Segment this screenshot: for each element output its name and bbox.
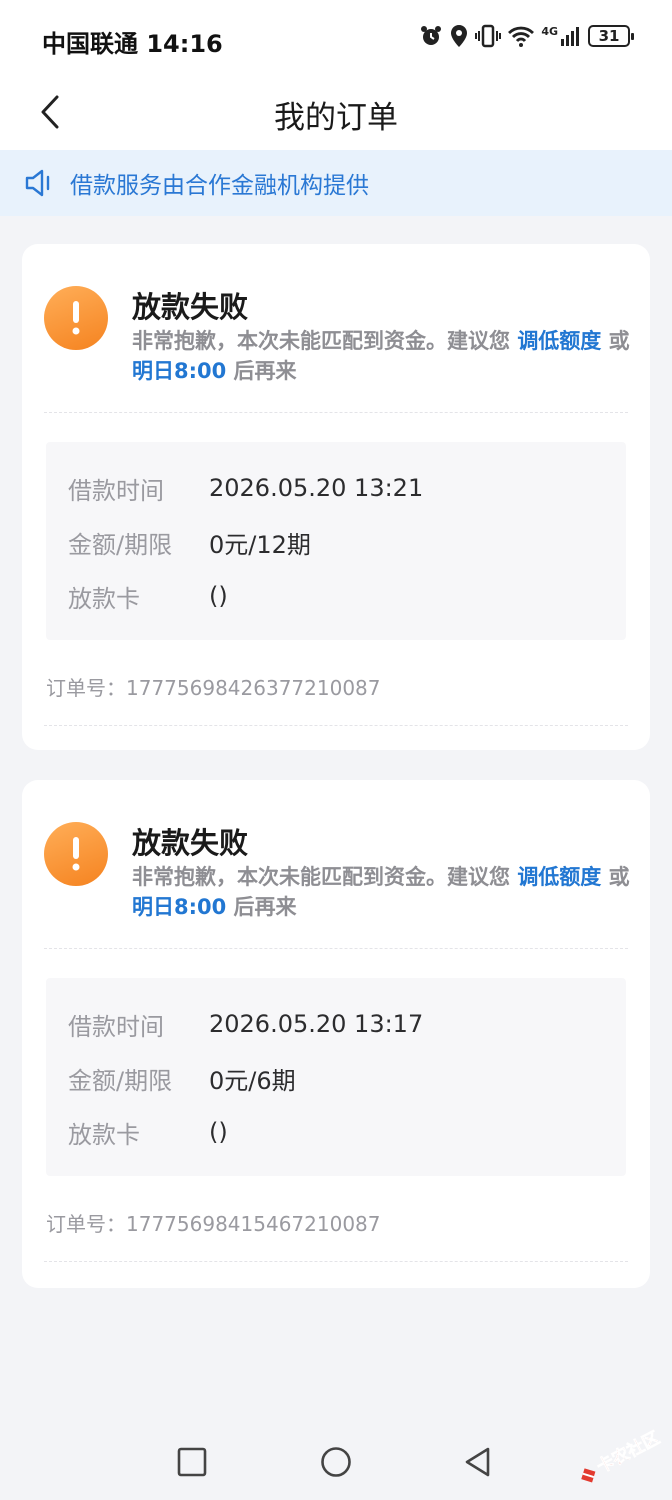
order-number: 订单号：17775698415467210087	[46, 1208, 381, 1237]
vibrate-icon	[475, 24, 502, 48]
order-number-value: 17775698415467210087	[126, 1212, 381, 1236]
amount-value: 0元/6期	[209, 1066, 296, 1095]
amount-label: 金额/期限	[68, 530, 173, 559]
speaker-icon	[25, 169, 50, 197]
order-number-value: 17775698426377210087	[126, 676, 381, 700]
card-value: ()	[209, 582, 228, 610]
alarm-icon	[421, 26, 442, 45]
borrow-time-label: 借款时间	[68, 1012, 164, 1041]
status-title: 放款失败	[132, 826, 249, 860]
location-icon	[451, 25, 468, 47]
order-card[interactable]: 放款失败 非常抱歉，本次未能匹配到资金。建议您 调低额度 或 明日8:00 后再…	[22, 244, 650, 750]
back-nav-button[interactable]	[462, 1446, 494, 1482]
divider	[44, 725, 628, 726]
system-nav-bar: 卡农社区	[0, 1427, 672, 1500]
recent-apps-button[interactable]	[176, 1446, 208, 1482]
amount-label: 金额/期限	[68, 1066, 173, 1095]
status-icons: 4G 31	[419, 24, 634, 48]
order-number-label: 订单号：	[46, 676, 126, 700]
status-message-text: 后再来	[226, 895, 297, 919]
network-tag: 4G	[541, 24, 558, 38]
order-number: 订单号：17775698426377210087	[46, 672, 381, 701]
exclamation-icon	[44, 286, 108, 350]
carrier-time: 中国联通 14:16	[42, 30, 223, 58]
status-message: 非常抱歉，本次未能匹配到资金。建议您 调低额度 或 明日8:00 后再来	[132, 326, 632, 386]
borrow-time-label: 借款时间	[68, 476, 164, 505]
wifi-icon	[508, 26, 535, 47]
order-card[interactable]: 放款失败 非常抱歉，本次未能匹配到资金。建议您 调低额度 或 明日8:00 后再…	[22, 780, 650, 1288]
divider	[44, 948, 628, 949]
status-message-text: 非常抱歉，本次未能匹配到资金。建议您	[132, 329, 518, 353]
divider	[44, 1261, 628, 1262]
page-title: 我的订单	[274, 100, 398, 136]
nav-bar: 我的订单	[0, 78, 672, 150]
card-label: 放款卡	[68, 1120, 140, 1149]
triangle-icon	[465, 1447, 490, 1477]
order-info-box: 借款时间 2026.05.20 13:17 金额/期限 0元/6期 放款卡 ()	[46, 978, 626, 1176]
borrow-time-row: 借款时间 2026.05.20 13:17	[68, 1008, 424, 1041]
lower-limit-link[interactable]: 调低额度	[517, 865, 601, 889]
borrow-time-value: 2026.05.20 13:21	[209, 474, 424, 502]
tomorrow-time-link[interactable]: 明日8:00	[132, 895, 226, 919]
card-row: 放款卡 ()	[68, 1116, 228, 1149]
status-title: 放款失败	[132, 290, 249, 324]
card-label: 放款卡	[68, 584, 140, 613]
status-message-text: 或	[601, 329, 630, 353]
home-button[interactable]	[320, 1446, 352, 1482]
notice-text: 借款服务由合作金融机构提供	[70, 173, 369, 199]
lower-limit-link[interactable]: 调低额度	[517, 329, 601, 353]
status-bar: 中国联通 14:16 4G 31	[0, 0, 672, 78]
order-number-label: 订单号：	[46, 1212, 126, 1236]
borrow-time-row: 借款时间 2026.05.20 13:21	[68, 472, 424, 505]
card-value: ()	[209, 1118, 228, 1146]
watermark-logo: 卡农社区	[581, 1427, 663, 1483]
square-icon	[177, 1447, 207, 1477]
amount-row: 金额/期限 0元/12期	[68, 526, 311, 559]
amount-value: 0元/12期	[209, 530, 311, 559]
divider	[44, 412, 628, 413]
battery-icon: 31	[588, 25, 634, 47]
status-message-text: 后再来	[226, 359, 297, 383]
borrow-time-value: 2026.05.20 13:17	[209, 1010, 424, 1038]
amount-row: 金额/期限 0元/6期	[68, 1062, 296, 1095]
status-message-text: 非常抱歉，本次未能匹配到资金。建议您	[132, 865, 518, 889]
card-row: 放款卡 ()	[68, 580, 228, 613]
signal-icon	[561, 27, 579, 46]
tomorrow-time-link[interactable]: 明日8:00	[132, 359, 226, 383]
status-message: 非常抱歉，本次未能匹配到资金。建议您 调低额度 或 明日8:00 后再来	[132, 862, 632, 922]
circle-icon	[321, 1447, 351, 1477]
notice-bar: 借款服务由合作金融机构提供	[0, 150, 672, 216]
watermark-text: 卡农社区	[593, 1427, 663, 1477]
order-info-box: 借款时间 2026.05.20 13:21 金额/期限 0元/12期 放款卡 (…	[46, 442, 626, 640]
status-message-text: 或	[601, 865, 630, 889]
exclamation-icon	[44, 822, 108, 886]
